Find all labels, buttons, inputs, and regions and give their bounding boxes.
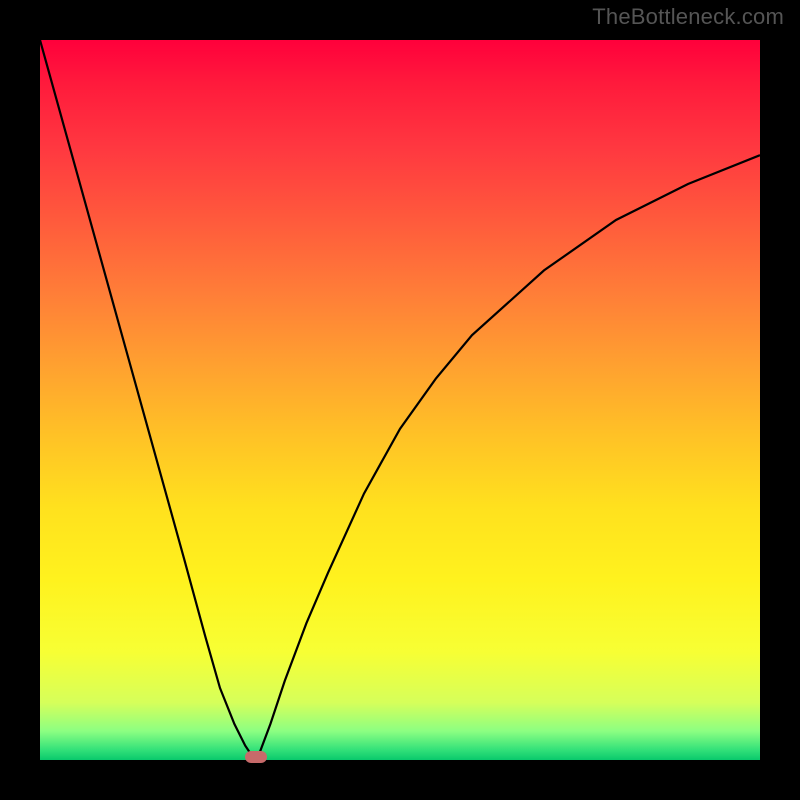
chart-frame: TheBottleneck.com <box>0 0 800 800</box>
minimum-marker <box>245 751 267 763</box>
curve-left-branch <box>40 40 256 760</box>
curve-right-branch <box>256 155 760 760</box>
plot-area <box>40 40 760 760</box>
curve-svg <box>40 40 760 760</box>
watermark-text: TheBottleneck.com <box>592 4 784 30</box>
